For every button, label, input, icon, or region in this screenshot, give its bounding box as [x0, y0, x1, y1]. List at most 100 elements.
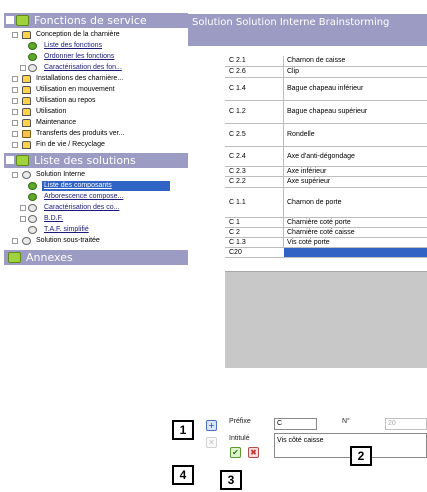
table-row[interactable]: C 2 Charnière coté caisse	[225, 228, 427, 238]
callout-3: 3	[220, 470, 242, 490]
expand-toggle-icon[interactable]	[20, 205, 26, 211]
table-row[interactable]: C 2.5 Rondelle	[225, 124, 427, 147]
table-row-new[interactable]: C20	[225, 248, 427, 258]
expand-toggle-icon[interactable]	[20, 216, 26, 222]
table-row[interactable]: C 2.2 Axe supérieur	[225, 177, 427, 188]
tree-item-label: Solution sous-traitée	[36, 237, 100, 244]
truck-icon	[22, 130, 31, 138]
add-icon[interactable]: +	[206, 420, 217, 431]
expand-toggle-icon[interactable]	[12, 120, 18, 126]
tree-item-label[interactable]: Caractérisation des co...	[44, 203, 119, 213]
component-label[interactable]: Charnon de caisse	[287, 57, 345, 64]
component-code: C 2.5	[229, 131, 246, 138]
component-label[interactable]: Charnière coté porte	[287, 219, 351, 226]
prefix-label: Préfixe	[229, 418, 251, 425]
component-code: C 1	[229, 219, 240, 226]
tree-item-label[interactable]: T.A.F. simplifié	[44, 225, 89, 235]
component-label[interactable]: Charnon de porte	[287, 199, 341, 206]
component-label[interactable]: Bague chapeau supérieur	[287, 108, 367, 115]
function-icon	[28, 53, 37, 61]
expand-toggle-icon[interactable]	[12, 109, 18, 115]
empty-table-area	[225, 271, 427, 368]
component-code: C 1.4	[229, 85, 246, 92]
section-fonctions-de-service[interactable]: Fonctions de service	[4, 13, 188, 28]
table-row[interactable]: C 2.6 Clip	[225, 67, 427, 78]
navigation-tree: Fonctions de service Conception de la ch…	[4, 10, 188, 380]
tree-item-label: Utilisation	[36, 108, 67, 115]
number-field[interactable]: 20	[385, 418, 427, 430]
expand-toggle-icon[interactable]	[20, 65, 26, 71]
hinge-icon	[22, 141, 31, 149]
hinge-icon	[22, 97, 31, 105]
table-row[interactable]: C 1.2 Bague chapeau supérieur	[225, 101, 427, 124]
table-row[interactable]: C 2.3 Axe inférieur	[225, 167, 427, 177]
component-icon	[28, 182, 37, 190]
component-label[interactable]: Axe d'anti-dégondage	[287, 153, 355, 160]
component-code: C 2.6	[229, 68, 246, 75]
collapse-toggle-icon[interactable]	[6, 156, 14, 164]
tree-item-label[interactable]: Caractérisation des fon...	[44, 63, 122, 73]
section-annexes[interactable]: Annexes	[4, 250, 188, 265]
component-label[interactable]: Axe supérieur	[287, 178, 330, 185]
expand-toggle-icon[interactable]	[12, 87, 18, 93]
gear-icon	[28, 226, 37, 234]
callout-1: 1	[172, 420, 194, 440]
tree-item-label[interactable]: Arborescence compose...	[44, 192, 123, 202]
expand-toggle-icon[interactable]	[12, 76, 18, 82]
table-row[interactable]: C 1.3 Vis coté porte	[225, 238, 427, 248]
section-liste-des-solutions[interactable]: Liste des solutions	[4, 153, 188, 168]
component-label[interactable]: Clip	[287, 68, 299, 75]
expand-toggle-icon[interactable]	[12, 98, 18, 104]
section-label: Annexes	[26, 251, 73, 264]
tree-item-label[interactable]: Ordonner les fonctions	[44, 52, 114, 62]
hinge-icon	[22, 119, 31, 127]
component-code: C 1.1	[229, 199, 246, 206]
title-label: Intitulé	[229, 435, 250, 442]
tree-item-label: Transferts des produits ver...	[36, 130, 125, 137]
callout-4: 4	[172, 465, 194, 485]
component-code: C 2.4	[229, 153, 246, 160]
expand-toggle-icon[interactable]	[12, 131, 18, 137]
cancel-icon[interactable]: ✖	[248, 447, 259, 458]
validate-icon[interactable]: ✔	[230, 447, 241, 458]
component-code: C 2.1	[229, 57, 246, 64]
section-label: Liste des solutions	[34, 154, 136, 167]
component-label[interactable]: Axe inférieur	[287, 168, 326, 175]
number-label: N°	[342, 418, 350, 425]
component-label[interactable]: Rondelle	[287, 131, 315, 138]
function-icon	[28, 42, 37, 50]
table-row[interactable]: C 2.1 Charnon de caisse	[225, 56, 427, 67]
collapse-toggle-icon[interactable]	[12, 172, 18, 178]
component-label[interactable]: Charnière coté caisse	[287, 229, 355, 236]
component-code: C 2	[229, 229, 240, 236]
expand-toggle-icon[interactable]	[12, 142, 18, 148]
tree-item-label: Maintenance	[36, 119, 77, 126]
tree-item-label[interactable]: Liste des composants	[42, 181, 170, 191]
expand-toggle-icon[interactable]	[12, 238, 18, 244]
tree-item-label: Fin de vie / Recyclage	[36, 141, 105, 148]
collapse-toggle-icon[interactable]	[12, 32, 18, 38]
selected-cell[interactable]	[284, 248, 427, 257]
gear-icon	[28, 215, 37, 223]
tree-item-label: Conception de la charnière	[36, 31, 120, 38]
prefix-field[interactable]: C	[274, 418, 317, 430]
delete-icon[interactable]: ✕	[206, 437, 217, 448]
component-label[interactable]: Vis coté porte	[287, 239, 330, 246]
collapse-toggle-icon[interactable]	[6, 16, 14, 24]
table-row[interactable]: C 1.4 Bague chapeau inférieur	[225, 78, 427, 101]
table-row[interactable]: C 2.4 Axe d'anti-dégondage	[225, 147, 427, 167]
component-code: C 1.3	[229, 239, 246, 246]
hinge-icon	[22, 86, 31, 94]
component-label[interactable]: Bague chapeau inférieur	[287, 85, 363, 92]
gear-folder-icon	[16, 155, 29, 166]
solution-title: Solution Solution Interne Brainstorming	[192, 17, 390, 28]
component-code: C20	[229, 249, 242, 256]
component-code: C 1.2	[229, 108, 246, 115]
tree-item-label[interactable]: B.D.F.	[44, 214, 63, 224]
tree-item-label[interactable]: Liste des fonctions	[44, 41, 102, 51]
hinge-icon	[22, 31, 31, 39]
table-row[interactable]: C 1 Charnière coté porte	[225, 218, 427, 228]
tree-item-label: Utilisation en mouvement	[36, 86, 115, 93]
gear-icon	[28, 204, 37, 212]
table-row[interactable]: C 1.1 Charnon de porte	[225, 188, 427, 218]
